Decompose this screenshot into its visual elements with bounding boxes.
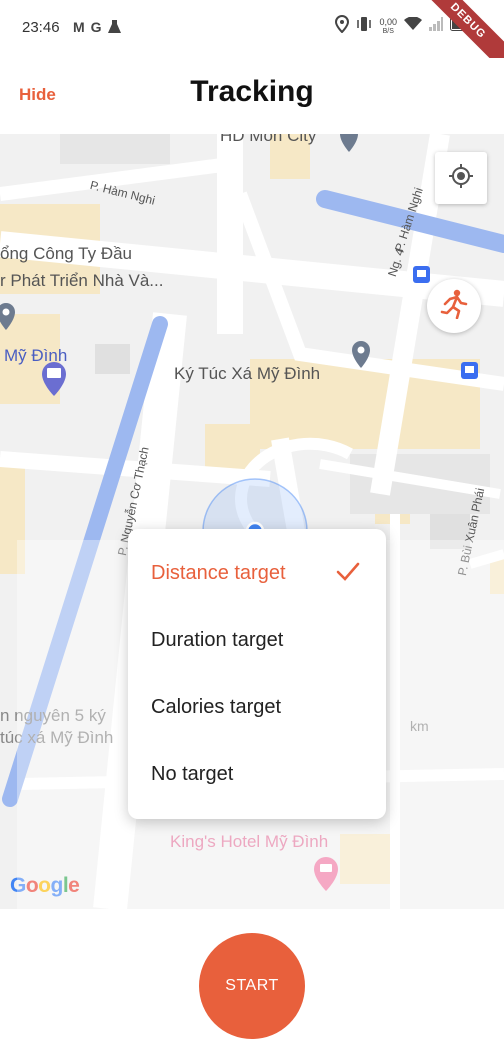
my-location-button[interactable]: [435, 152, 487, 204]
menu-item-duration-target[interactable]: Duration target: [128, 607, 386, 674]
net-speed-unit: B/S: [382, 27, 394, 35]
bottom-bar: START: [0, 909, 504, 1061]
location-icon: [335, 14, 350, 38]
menu-item-distance-target[interactable]: Distance target: [128, 540, 386, 607]
net-speed: 0,00 B/S: [379, 16, 397, 36]
status-time: 23:46: [22, 19, 60, 36]
map-label-my-dinh: Mỹ Đình: [4, 346, 68, 365]
page-title: Tracking: [190, 75, 314, 108]
google-icon: G: [90, 19, 102, 35]
menu-item-label: No target: [151, 763, 234, 785]
map-label-hd-mon-city: HD Mon City: [220, 134, 317, 145]
my-location-icon: [448, 163, 474, 194]
activity-type-button[interactable]: [427, 279, 481, 333]
menu-item-label: Calories target: [151, 696, 282, 718]
wifi-icon: [404, 16, 422, 36]
status-left-icons: M G: [73, 19, 121, 37]
status-bar: 23:46 M G 0,00 B/S DEBUG: [0, 0, 504, 79]
signal-icon: [429, 17, 443, 36]
map-label-ky-tuc-xa: Ký Túc Xá Mỹ Đình: [174, 364, 321, 383]
flask-icon: [107, 19, 121, 37]
map-label-cong-ty-line2: r Phát Triển Nhà Và...: [0, 271, 164, 290]
menu-item-calories-target[interactable]: Calories target: [128, 674, 386, 741]
menu-item-no-target[interactable]: No target: [128, 741, 386, 808]
target-menu: Distance target Duration target Calories…: [128, 529, 386, 819]
menu-item-label: Duration target: [151, 629, 284, 651]
check-icon: [336, 562, 360, 588]
net-speed-value: 0,00: [379, 16, 397, 27]
start-button[interactable]: START: [199, 933, 305, 1039]
running-person-icon: [440, 289, 468, 324]
app-bar: Hide Tracking: [0, 58, 504, 134]
gmail-icon: M: [73, 19, 85, 35]
map-label-cong-ty-line1: ổng Công Ty Đầu: [0, 244, 132, 263]
menu-item-label: Distance target: [151, 562, 286, 584]
vibrate-icon: [356, 16, 372, 37]
